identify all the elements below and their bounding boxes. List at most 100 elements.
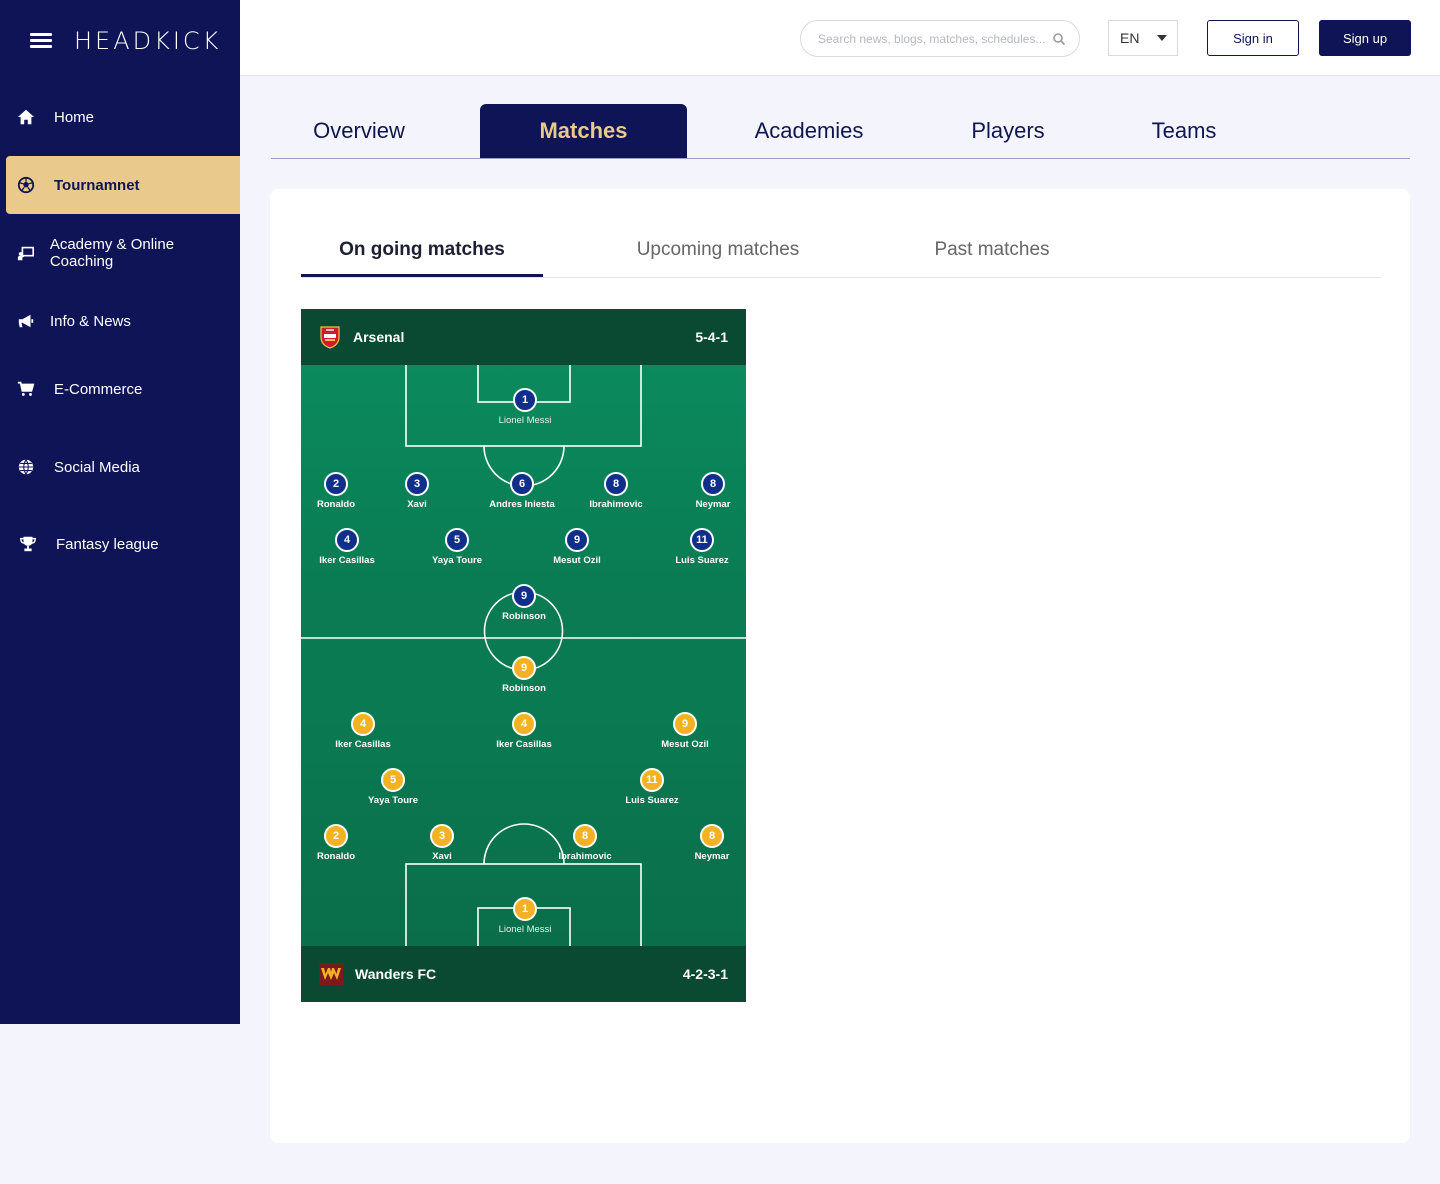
away-player-6[interactable]: 11 Luis Suarez	[607, 768, 697, 806]
sidebar-item-label: Tournamnet	[54, 176, 140, 194]
home-player-7[interactable]: 4 Iker Casillas	[302, 528, 392, 566]
sidebar-item-tournament[interactable]: Tournamnet	[6, 156, 240, 214]
search-box	[800, 20, 1080, 57]
away-player-5[interactable]: 5 Yaya Toure	[348, 768, 438, 806]
player-name: Lionel Messi	[498, 415, 552, 426]
sidebar-item-news[interactable]: Info & News	[6, 292, 240, 350]
main-tabs: Overview Matches Academies Players Teams	[271, 104, 1410, 159]
player-number: 8	[573, 824, 597, 848]
player-name: Xavi	[407, 499, 427, 510]
home-icon	[16, 107, 36, 127]
language-select[interactable]: EN	[1108, 20, 1178, 56]
player-name: Xavi	[432, 851, 452, 862]
away-player-8[interactable]: 3 Xavi	[397, 824, 487, 862]
away-player-1[interactable]: 9 Robinson	[479, 656, 569, 694]
globe-icon	[16, 457, 36, 477]
tab-ongoing-matches[interactable]: On going matches	[301, 225, 543, 277]
tab-players[interactable]: Players	[937, 104, 1079, 158]
sidebar-item-label: Fantasy league	[56, 535, 159, 553]
megaphone-icon	[16, 311, 36, 331]
player-name: Iker Casillas	[496, 739, 552, 750]
home-player-10[interactable]: 11 Luis Suarez	[657, 528, 746, 566]
away-player-2[interactable]: 4 Iker Casillas	[318, 712, 408, 750]
sidebar-item-label: E-Commerce	[54, 380, 143, 398]
brand-title: HEADKICK	[74, 27, 222, 55]
player-number: 2	[324, 824, 348, 848]
player-name: Mesut Ozil	[661, 739, 709, 750]
sidebar-item-home[interactable]: Home	[6, 88, 240, 146]
sidebar-item-label: Academy & Online Coaching	[49, 236, 175, 270]
sign-in-button[interactable]: Sign in	[1207, 20, 1299, 56]
search-input[interactable]	[816, 30, 1048, 47]
sidebar-item-fantasy[interactable]: Fantasy league	[6, 515, 240, 573]
tab-academies[interactable]: Academies	[729, 104, 889, 158]
home-player-11[interactable]: 9 Robinson	[479, 584, 569, 622]
player-name: Neymar	[694, 851, 730, 862]
away-player-4[interactable]: 9 Mesut Ozil	[640, 712, 730, 750]
hamburger-menu-icon[interactable]	[30, 33, 52, 49]
sign-up-button[interactable]: Sign up	[1319, 20, 1411, 56]
tab-overview[interactable]: Overview	[281, 104, 437, 158]
player-number: 4	[351, 712, 375, 736]
player-name: Ronaldo	[317, 499, 355, 510]
sidebar-item-label: Social Media	[54, 458, 140, 476]
tab-upcoming-matches[interactable]: Upcoming matches	[613, 225, 823, 275]
away-player-10[interactable]: 8 Neymar	[667, 824, 746, 862]
search-icon[interactable]	[1052, 32, 1066, 46]
pitch-field: 1 Lionel Messi 2 Ronaldo 3 Xavi 6 Andres…	[301, 365, 746, 946]
player-number: 2	[324, 472, 348, 496]
home-formation: 5-4-1	[695, 329, 728, 345]
cart-icon	[16, 379, 36, 399]
away-team-bar: Wanders FC 4-2-3-1	[301, 946, 746, 1002]
home-player-2[interactable]: 2 Ronaldo	[301, 472, 381, 510]
player-number: 5	[445, 528, 469, 552]
player-name: Robinson	[502, 683, 546, 694]
wanderers-crest-icon	[319, 963, 343, 985]
home-player-1[interactable]: 1 Lionel Messi	[480, 388, 570, 426]
sidebar-item-label: Home	[54, 108, 95, 126]
home-player-9[interactable]: 9 Mesut Ozil	[532, 528, 622, 566]
player-name: Neymar	[695, 499, 731, 510]
away-team-name: Wanders FC	[355, 966, 437, 982]
home-team-bar: Arsenal 5-4-1	[301, 309, 746, 365]
sidebar-item-ecommerce[interactable]: E-Commerce	[6, 360, 240, 418]
player-name: Lionel Messi	[498, 924, 552, 935]
tab-matches[interactable]: Matches	[480, 104, 687, 158]
lineup-pitch[interactable]: Arsenal 5-4-1 1 Lionel Messi 2 Ronaldo 3…	[301, 309, 746, 1002]
player-name: Iker Casillas	[335, 739, 391, 750]
player-name: Luis Suarez	[625, 795, 679, 806]
player-number: 6	[510, 472, 534, 496]
player-number: 8	[701, 472, 725, 496]
sidebar-item-social[interactable]: Social Media	[6, 438, 240, 496]
away-player-3[interactable]: 4 Iker Casillas	[479, 712, 569, 750]
player-name: Iker Casillas	[319, 555, 375, 566]
arsenal-crest-icon	[320, 326, 340, 349]
player-name: Yaya Toure	[368, 795, 418, 806]
home-player-8[interactable]: 5 Yaya Toure	[412, 528, 502, 566]
player-number: 1	[513, 897, 537, 921]
matches-card: On going matches Upcoming matches Past m…	[270, 189, 1410, 1143]
player-number: 11	[640, 768, 664, 792]
home-player-6[interactable]: 8 Neymar	[668, 472, 746, 510]
brand: HEADKICK	[30, 24, 221, 58]
home-player-5[interactable]: 8 Ibrahimovic	[571, 472, 661, 510]
home-player-3[interactable]: 3 Xavi	[372, 472, 462, 510]
tab-past-matches[interactable]: Past matches	[913, 225, 1071, 275]
away-player-11[interactable]: 1 Lionel Messi	[480, 897, 570, 935]
tab-teams[interactable]: Teams	[1117, 104, 1251, 158]
player-number: 3	[405, 472, 429, 496]
player-number: 8	[604, 472, 628, 496]
home-team-name: Arsenal	[353, 329, 405, 345]
player-number: 4	[512, 712, 536, 736]
away-player-9[interactable]: 8 Ibrahimovic	[540, 824, 630, 862]
player-number: 9	[512, 584, 536, 608]
caret-down-icon	[1157, 35, 1167, 41]
online-coaching-icon	[16, 243, 36, 263]
sidebar-item-academy[interactable]: Academy & Online Coaching	[6, 224, 240, 282]
home-player-4[interactable]: 6 Andres Iniesta	[477, 472, 567, 510]
away-player-7[interactable]: 2 Ronaldo	[301, 824, 381, 862]
player-name: Luis Suarez	[675, 555, 729, 566]
player-name: Ibrahimovic	[558, 851, 612, 862]
player-number: 8	[700, 824, 724, 848]
player-number: 1	[513, 388, 537, 412]
